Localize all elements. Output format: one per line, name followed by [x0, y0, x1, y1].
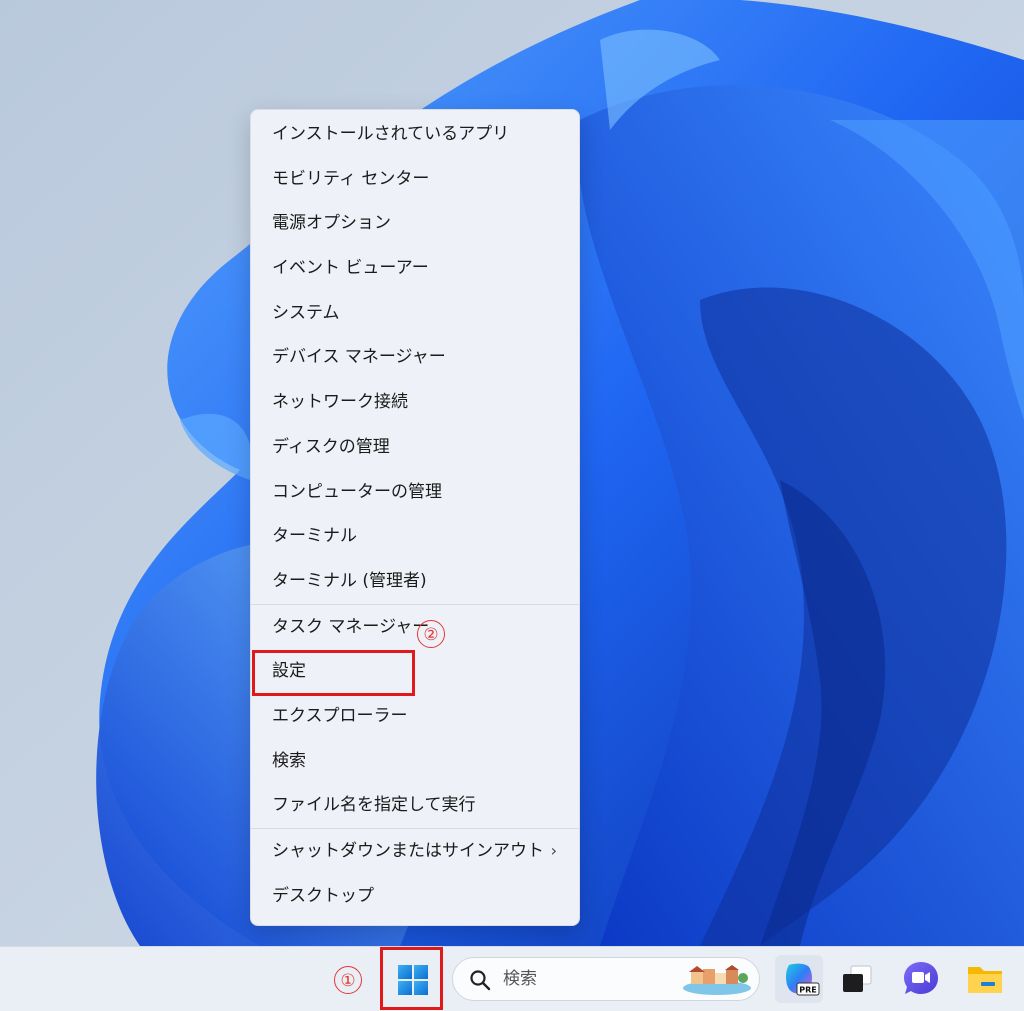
task-view-icon: [843, 965, 872, 992]
copilot-button[interactable]: PRE: [775, 955, 823, 1003]
menu-item-label: ターミナル: [272, 526, 357, 547]
menu-item-search[interactable]: 検索: [251, 739, 579, 784]
menu-item-event-viewer[interactable]: イベント ビューアー: [251, 246, 579, 291]
menu-item-run[interactable]: ファイル名を指定して実行: [251, 783, 579, 828]
menu-item-network-connections[interactable]: ネットワーク接続: [251, 380, 579, 425]
step-1-marker: ①: [334, 966, 362, 994]
step-2-marker: ②: [417, 620, 445, 648]
search-highlight-illustration: [683, 965, 751, 995]
menu-item-label: デスクトップ: [272, 885, 374, 906]
menu-item-label: ディスクの管理: [272, 436, 390, 457]
menu-item-label: 電源オプション: [272, 213, 391, 234]
menu-item-label: デバイス マネージャー: [272, 347, 446, 368]
chevron-right-icon: ›: [550, 841, 557, 860]
copilot-icon: PRE: [786, 963, 820, 996]
menu-item-shutdown-signout[interactable]: シャットダウンまたはサインアウト ›: [251, 829, 579, 874]
menu-item-device-manager[interactable]: デバイス マネージャー: [251, 335, 579, 380]
menu-item-label: インストールされているアプリ: [272, 124, 510, 144]
settings-highlight-box: [252, 650, 415, 696]
menu-item-label: ネットワーク接続: [272, 392, 408, 413]
menu-item-computer-management[interactable]: コンピューターの管理: [251, 470, 579, 515]
menu-item-terminal-admin[interactable]: ターミナル (管理者): [251, 559, 579, 604]
menu-item-system[interactable]: システム: [251, 291, 579, 336]
menu-item-label: ファイル名を指定して実行: [272, 795, 476, 816]
menu-item-installed-apps[interactable]: インストールされているアプリ: [251, 112, 579, 157]
meet-icon: [904, 962, 938, 994]
menu-item-label: タスク マネージャー: [272, 616, 430, 637]
menu-item-label: システム: [272, 302, 340, 323]
menu-item-label: シャットダウンまたはサインアウト: [272, 841, 544, 861]
menu-item-terminal[interactable]: ターミナル: [251, 514, 579, 559]
menu-item-label: コンピューターの管理: [272, 481, 442, 502]
menu-item-desktop[interactable]: デスクトップ: [251, 874, 579, 919]
menu-item-task-manager[interactable]: タスク マネージャー: [251, 605, 579, 650]
copilot-badge: PRE: [799, 986, 817, 995]
menu-item-disk-management[interactable]: ディスクの管理: [251, 425, 579, 470]
menu-item-label: ターミナル (管理者): [272, 570, 427, 591]
menu-item-label: エクスプローラー: [272, 705, 408, 726]
search-icon: [470, 970, 491, 991]
menu-item-power-options[interactable]: 電源オプション: [251, 201, 579, 246]
taskbar-search-box[interactable]: 検索: [452, 957, 760, 1001]
winx-context-menu: インストールされているアプリ モビリティ センター 電源オプション イベント ビ…: [250, 109, 580, 926]
menu-item-label: イベント ビューアー: [272, 258, 429, 279]
windows-start-icon: [398, 965, 428, 995]
menu-item-file-explorer[interactable]: エクスプローラー: [251, 694, 579, 739]
task-view-button[interactable]: [833, 955, 881, 1003]
start-button[interactable]: [380, 947, 443, 1010]
menu-item-mobility-center[interactable]: モビリティ センター: [251, 157, 579, 202]
search-placeholder: 検索: [503, 969, 537, 989]
menu-item-label: 検索: [272, 750, 306, 771]
meet-button[interactable]: [897, 955, 945, 1003]
menu-item-label: モビリティ センター: [272, 168, 430, 189]
file-explorer-button[interactable]: [961, 955, 1009, 1003]
file-explorer-icon: [968, 967, 1002, 993]
